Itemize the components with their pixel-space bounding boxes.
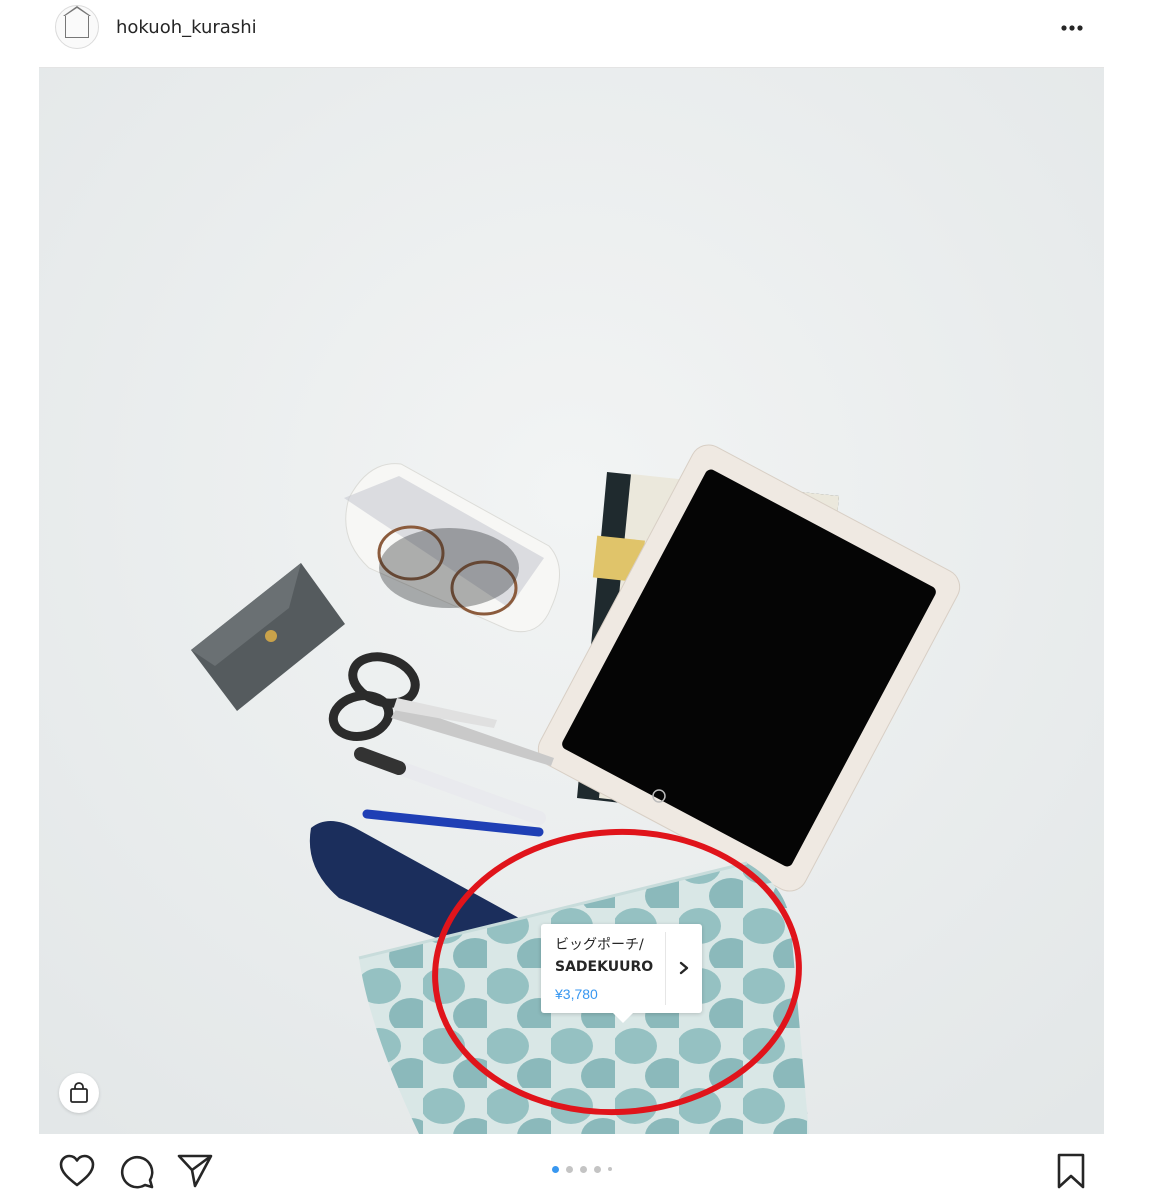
shopping-bag-button[interactable] (59, 1073, 99, 1113)
carousel-dot[interactable] (580, 1165, 587, 1173)
more-options-icon[interactable] (1058, 20, 1086, 36)
tag-divider (665, 932, 666, 1005)
carousel-dot[interactable] (608, 1167, 612, 1171)
product-name-line1: ビッグポーチ/ (555, 937, 644, 953)
comment-icon[interactable] (117, 1152, 155, 1190)
shopping-bag-icon (70, 1082, 88, 1103)
heart-icon[interactable] (58, 1152, 96, 1190)
carousel-dot[interactable] (594, 1165, 601, 1173)
username-link[interactable]: hokuoh_kurashi (116, 17, 257, 38)
house-logo-icon (63, 6, 91, 38)
product-price: ¥3,780 (555, 986, 598, 1002)
post-header: hokuoh_kurashi (0, 0, 1161, 67)
chevron-right-icon[interactable] (677, 961, 691, 975)
carousel-dot[interactable] (552, 1165, 559, 1173)
post-actions-bar (0, 1134, 1161, 1200)
product-name: ビッグポーチ/ SADEKUURO (555, 934, 667, 978)
product-name-line2: SADEKUURO (555, 959, 654, 975)
carousel-dot[interactable] (566, 1165, 573, 1173)
bookmark-icon[interactable] (1052, 1152, 1090, 1190)
send-icon[interactable] (176, 1152, 214, 1190)
profile-avatar[interactable] (55, 5, 99, 49)
product-tag[interactable]: ビッグポーチ/ SADEKUURO ¥3,780 (541, 924, 702, 1023)
carousel-indicator (552, 1164, 612, 1174)
